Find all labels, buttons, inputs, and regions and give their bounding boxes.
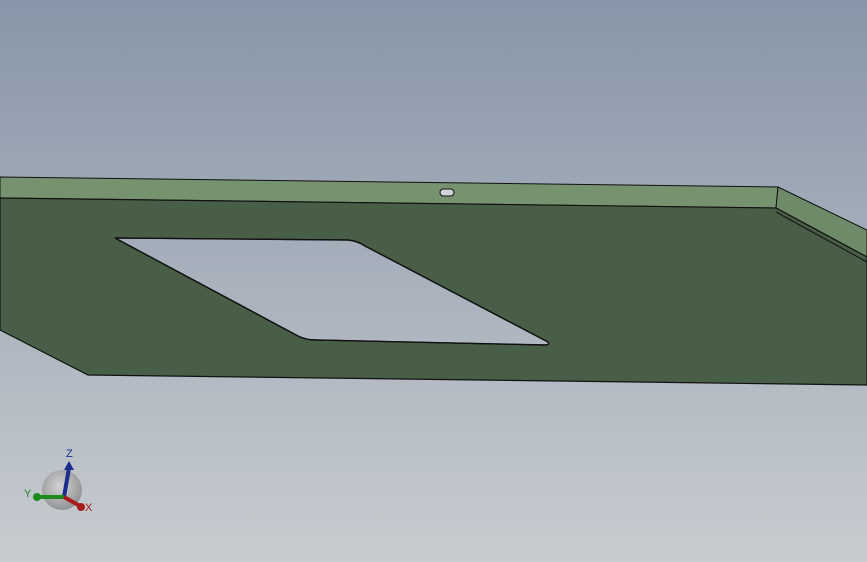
graphics-viewport[interactable]: Z Y X xyxy=(0,0,867,562)
x-axis-end xyxy=(77,503,85,511)
y-axis-label: Y xyxy=(24,488,32,500)
countertop-model[interactable] xyxy=(0,176,867,386)
y-axis-end xyxy=(33,493,41,501)
back-edge-slot xyxy=(439,188,455,197)
z-axis-label: Z xyxy=(66,448,73,460)
x-axis-label: X xyxy=(85,502,93,514)
